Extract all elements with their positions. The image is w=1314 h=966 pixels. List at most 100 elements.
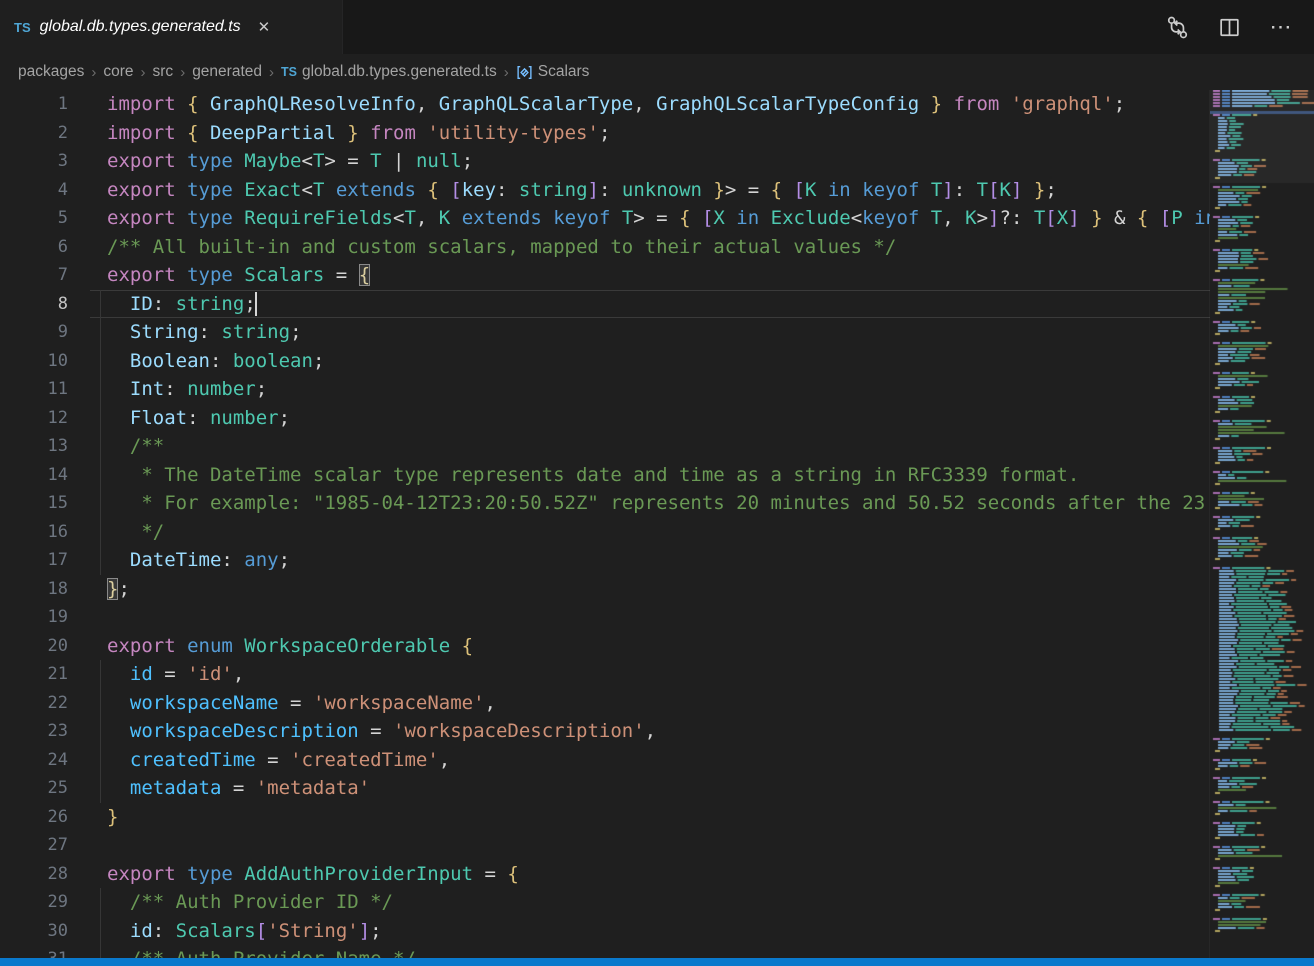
line-number: 31 <box>0 945 68 958</box>
indent-guide <box>100 375 101 404</box>
code-line-text: }; <box>68 575 130 604</box>
indent-guide <box>100 432 101 461</box>
code-line-text: export type Scalars = { <box>68 261 370 290</box>
code-line-text: /** <box>68 432 164 461</box>
code-line[interactable]: 29 /** Auth Provider ID */ <box>0 888 1210 917</box>
code-line[interactable]: 31 /** Auth Provider Name */ <box>0 945 1210 958</box>
split-editor-icon[interactable] <box>1216 14 1242 40</box>
indent-guide <box>100 290 101 319</box>
code-line-text: */ <box>68 518 164 547</box>
code-line[interactable]: 20export enum WorkspaceOrderable { <box>0 632 1210 661</box>
code-line[interactable]: 3export type Maybe<T> = T | null; <box>0 147 1210 176</box>
code-line[interactable]: 13 /** <box>0 432 1210 461</box>
code-line[interactable]: 11 Int: number; <box>0 375 1210 404</box>
breadcrumb-separator: › <box>269 64 274 81</box>
line-number: 4 <box>0 176 68 205</box>
code-line[interactable]: 22 workspaceName = 'workspaceName', <box>0 689 1210 718</box>
indent-guide <box>100 689 101 718</box>
indent-guide <box>100 746 101 775</box>
line-number: 18 <box>0 575 68 604</box>
code-line-text: export type RequireFields<T, K extends k… <box>68 204 1210 233</box>
code-line[interactable]: 7export type Scalars = { <box>0 261 1210 290</box>
code-line[interactable]: 18}; <box>0 575 1210 604</box>
line-number: 29 <box>0 888 68 917</box>
code-line[interactable]: 6/** All built-in and custom scalars, ma… <box>0 233 1210 262</box>
breadcrumb-item-global-db-types-generated-ts[interactable]: TSglobal.db.types.generated.ts <box>281 63 497 81</box>
code-line[interactable]: 12 Float: number; <box>0 404 1210 433</box>
code-line[interactable]: 17 DateTime: any; <box>0 546 1210 575</box>
status-bar <box>0 958 1314 966</box>
code-line[interactable]: 5export type RequireFields<T, K extends … <box>0 204 1210 233</box>
line-number: 27 <box>0 831 68 860</box>
tab-title: global.db.types.generated.ts <box>40 18 241 36</box>
line-number: 5 <box>0 204 68 233</box>
code-line-text: import { DeepPartial } from 'utility-typ… <box>68 119 610 148</box>
indent-guide <box>100 888 101 917</box>
code-line[interactable]: 30 id: Scalars['String']; <box>0 917 1210 946</box>
symbol-object-icon <box>516 64 533 81</box>
line-number: 30 <box>0 917 68 946</box>
code-line[interactable]: 16 */ <box>0 518 1210 547</box>
line-number: 28 <box>0 860 68 889</box>
code-line-text <box>68 603 107 632</box>
code-line-text: * For example: "1985-04-12T23:20:50.52Z"… <box>68 489 1205 518</box>
indent-guide <box>100 945 101 958</box>
code-line[interactable]: 19 <box>0 603 1210 632</box>
breadcrumb-item-src[interactable]: src <box>153 63 174 81</box>
breadcrumb-separator: › <box>91 64 96 81</box>
code-line[interactable]: 28export type AddAuthProviderInput = { <box>0 860 1210 889</box>
code-line-text: * The DateTime scalar type represents da… <box>68 461 1079 490</box>
line-number: 2 <box>0 119 68 148</box>
code-line[interactable]: 15 * For example: "1985-04-12T23:20:50.5… <box>0 489 1210 518</box>
line-number: 10 <box>0 347 68 376</box>
indent-guide <box>100 660 101 689</box>
minimap[interactable] <box>1209 90 1314 958</box>
code-line-text: export type Exact<T extends { [key: stri… <box>68 176 1057 205</box>
code-line-text: workspaceDescription = 'workspaceDescrip… <box>68 717 656 746</box>
code-line[interactable]: 25 metadata = 'metadata' <box>0 774 1210 803</box>
more-actions-icon[interactable]: ⋯ <box>1268 14 1294 40</box>
code-editor[interactable]: 1import { GraphQLResolveInfo, GraphQLSca… <box>0 90 1210 958</box>
line-number: 12 <box>0 404 68 433</box>
code-line[interactable]: 24 createdTime = 'createdTime', <box>0 746 1210 775</box>
code-line[interactable]: 27 <box>0 831 1210 860</box>
code-line-text: /** Auth Provider ID */ <box>68 888 393 917</box>
breadcrumb-item-scalars[interactable]: Scalars <box>516 63 590 81</box>
indent-guide <box>100 461 101 490</box>
code-line-text: Int: number; <box>68 375 267 404</box>
code-line-text: String: string; <box>68 318 302 347</box>
code-line[interactable]: 4export type Exact<T extends { [key: str… <box>0 176 1210 205</box>
open-changes-icon[interactable] <box>1164 14 1190 40</box>
close-icon[interactable]: ✕ <box>258 18 271 36</box>
code-line[interactable]: 8 ID: string; <box>0 290 1210 319</box>
line-number: 23 <box>0 717 68 746</box>
code-line[interactable]: 2import { DeepPartial } from 'utility-ty… <box>0 119 1210 148</box>
code-line-text: Boolean: boolean; <box>68 347 324 376</box>
line-number: 21 <box>0 660 68 689</box>
breadcrumb-item-packages[interactable]: packages <box>18 63 84 81</box>
line-number: 15 <box>0 489 68 518</box>
line-number: 25 <box>0 774 68 803</box>
indent-guide <box>100 404 101 433</box>
code-line[interactable]: 14 * The DateTime scalar type represents… <box>0 461 1210 490</box>
line-number: 20 <box>0 632 68 661</box>
breadcrumb-item-generated[interactable]: generated <box>192 63 262 81</box>
code-line[interactable]: 21 id = 'id', <box>0 660 1210 689</box>
tab-global-db-types[interactable]: TS global.db.types.generated.ts ✕ <box>0 0 343 54</box>
code-line[interactable]: 23 workspaceDescription = 'workspaceDesc… <box>0 717 1210 746</box>
typescript-file-icon: TS <box>281 65 297 79</box>
code-line[interactable]: 1import { GraphQLResolveInfo, GraphQLSca… <box>0 90 1210 119</box>
line-number: 19 <box>0 603 68 632</box>
code-line[interactable]: 10 Boolean: boolean; <box>0 347 1210 376</box>
indent-guide <box>100 347 101 376</box>
code-line-text: /** Auth Provider Name */ <box>68 945 416 958</box>
vscode-window: TS global.db.types.generated.ts ✕ <box>0 0 1314 966</box>
typescript-file-icon: TS <box>14 20 31 35</box>
indent-guide <box>100 318 101 347</box>
indent-guide <box>100 546 101 575</box>
breadcrumb-item-core[interactable]: core <box>103 63 133 81</box>
code-line[interactable]: 9 String: string; <box>0 318 1210 347</box>
line-number: 8 <box>0 290 68 319</box>
line-number: 6 <box>0 233 68 262</box>
code-line[interactable]: 26} <box>0 803 1210 832</box>
